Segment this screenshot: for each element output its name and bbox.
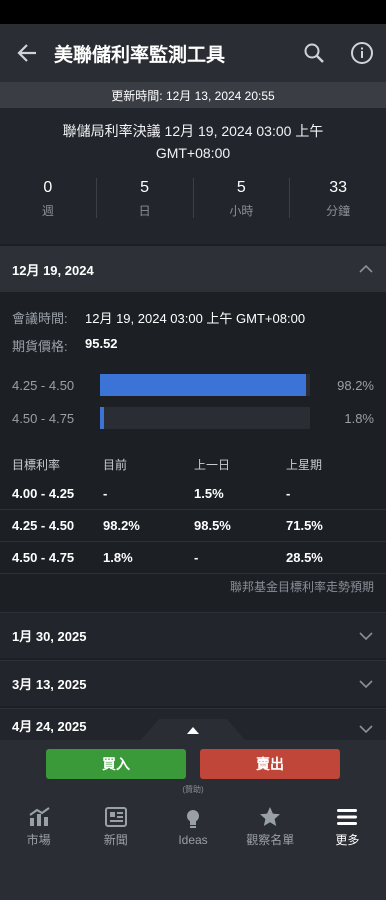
star-icon xyxy=(260,807,281,826)
rates-table-header: 目標利率 目前 上一日 上星期 xyxy=(12,456,374,474)
table-cell: 4.00 - 4.25 xyxy=(12,486,75,501)
countdown-value: 33 xyxy=(329,179,348,196)
bulb-icon xyxy=(187,809,199,828)
meeting-header-collapsed[interactable]: 3月 13, 2025 xyxy=(0,660,386,706)
back-button[interactable] xyxy=(0,24,54,82)
news-icon xyxy=(104,807,127,827)
bar-range-label: 4.50 - 4.75 xyxy=(12,410,75,426)
countdown-panel: 聯儲局利率決議 12月 19, 2024 03:00 上午 GMT+08:00 … xyxy=(0,108,386,244)
countdown-value: 0 xyxy=(43,179,53,196)
tab-label: 更多 xyxy=(335,833,360,847)
tab-more[interactable]: 更多 xyxy=(309,798,386,856)
app-bar: 美聯儲利率監測工具 xyxy=(0,24,386,82)
table-cell: 98.5% xyxy=(194,518,231,533)
meeting-time-label: 會議時間: xyxy=(12,311,68,326)
tab-watchlist[interactable]: 觀察名單 xyxy=(232,798,309,856)
bar-percent: 1.8% xyxy=(344,410,374,426)
probability-bar-row: 4.25 - 4.50 98.2% xyxy=(12,373,374,397)
meeting-header-open[interactable]: 12月 19, 2024 xyxy=(0,246,386,292)
countdown-row: 0 週 5 日 5 小時 33 分鐘 xyxy=(0,178,386,218)
chevron-down-icon xyxy=(359,632,373,641)
tab-ideas[interactable]: Ideas xyxy=(154,798,231,856)
trade-bar: 買入 賣出 (贊助) xyxy=(0,740,386,798)
countdown-unit: 小時 xyxy=(229,204,254,218)
tab-markets[interactable]: 市場 xyxy=(0,798,77,856)
meeting-date: 12月 19, 2024 xyxy=(12,262,94,278)
countdown-value: 5 xyxy=(140,179,150,196)
table-cell: 98.2% xyxy=(103,518,140,533)
countdown-days: 5 日 xyxy=(97,178,194,218)
updated-time: 更新時間: 12月 13, 2024 20:55 xyxy=(0,82,386,108)
bar-range-label: 4.25 - 4.50 xyxy=(12,377,75,393)
bottom-tab-bar: 市場 新聞 Ideas 觀察名單 更多 xyxy=(0,798,386,856)
meeting-detail: 會議時間: 12月 19, 2024 03:00 上午 GMT+08:00 期貨… xyxy=(0,292,386,610)
countdown-value: 5 xyxy=(236,179,246,196)
probability-bar-fill xyxy=(100,407,104,429)
futures-price-value: 95.52 xyxy=(85,336,118,351)
status-bar xyxy=(0,0,386,24)
column-header: 上一日 xyxy=(194,458,231,472)
page-title: 美聯儲利率監測工具 xyxy=(54,44,226,66)
info-button[interactable] xyxy=(338,24,386,82)
countdown-unit: 日 xyxy=(138,204,151,218)
column-header: 目前 xyxy=(103,458,128,472)
table-cell: 4.50 - 4.75 xyxy=(12,550,75,565)
table-cell: 4.25 - 4.50 xyxy=(12,518,75,533)
search-button[interactable] xyxy=(290,24,338,82)
table-row: 4.25 - 4.50 98.2% 98.5% 71.5% xyxy=(0,510,386,542)
tab-label: 觀察名單 xyxy=(246,833,295,847)
back-arrow-icon xyxy=(17,44,36,62)
meeting-date: 1月 30, 2025 xyxy=(12,629,87,644)
chevron-up-icon xyxy=(359,264,373,273)
column-header: 上星期 xyxy=(286,458,323,472)
search-icon xyxy=(304,43,324,63)
table-cell: 1.5% xyxy=(194,486,224,501)
column-header: 目標利率 xyxy=(12,458,61,472)
probability-bar-fill xyxy=(100,374,307,396)
sponsored-label: (贊助) xyxy=(182,785,204,794)
system-nav-bar xyxy=(0,856,386,900)
table-row: 4.00 - 4.25 - 1.5% - xyxy=(0,478,386,510)
table-footnote: 聯邦基金目標利率走勢預期 xyxy=(229,580,374,594)
meeting-header-collapsed[interactable]: 1月 30, 2025 xyxy=(0,612,386,658)
caret-up-icon xyxy=(187,727,199,734)
countdown-unit: 週 xyxy=(41,204,54,218)
table-row: 4.50 - 4.75 1.8% - 28.5% xyxy=(0,542,386,574)
table-cell: - xyxy=(286,486,291,501)
sell-button[interactable]: 賣出 xyxy=(200,749,340,779)
meeting-date: 3月 13, 2025 xyxy=(12,677,87,692)
menu-icon xyxy=(337,809,358,825)
chevron-down-icon xyxy=(359,680,373,689)
table-cell: 1.8% xyxy=(103,550,133,565)
tab-label: 市場 xyxy=(26,833,51,847)
bar-percent: 98.2% xyxy=(337,377,374,393)
probability-bar-track xyxy=(100,407,310,429)
table-cell: 28.5% xyxy=(286,550,323,565)
info-icon xyxy=(351,42,373,64)
futures-price-label: 期貨價格: xyxy=(12,339,68,354)
table-cell: - xyxy=(194,550,199,565)
buy-button[interactable]: 買入 xyxy=(46,749,186,779)
chevron-down-icon xyxy=(359,725,373,734)
futures-price-row: 期貨價格: 95.52 xyxy=(12,336,118,355)
tab-label: 新聞 xyxy=(103,833,128,847)
table-cell: - xyxy=(103,486,108,501)
meeting-date: 4月 24, 2025 xyxy=(12,719,87,734)
chart-icon xyxy=(29,807,50,826)
countdown-minutes: 33 分鐘 xyxy=(290,178,386,218)
countdown-unit: 分鐘 xyxy=(326,204,351,218)
meeting-time-value: 12月 19, 2024 03:00 上午 GMT+08:00 xyxy=(85,311,306,326)
table-cell: 71.5% xyxy=(286,518,323,533)
probability-bar-track xyxy=(100,374,310,396)
tab-news[interactable]: 新聞 xyxy=(77,798,154,856)
countdown-hours: 5 小時 xyxy=(194,178,291,218)
tab-label: Ideas xyxy=(178,832,208,847)
countdown-weeks: 0 週 xyxy=(0,178,97,218)
countdown-title: 聯儲局利率決議 12月 19, 2024 03:00 上午 GMT+08:00 xyxy=(62,123,324,161)
meeting-time-row: 會議時間: 12月 19, 2024 03:00 上午 GMT+08:00 xyxy=(12,308,305,327)
probability-bar-row: 4.50 - 4.75 1.8% xyxy=(12,406,374,430)
